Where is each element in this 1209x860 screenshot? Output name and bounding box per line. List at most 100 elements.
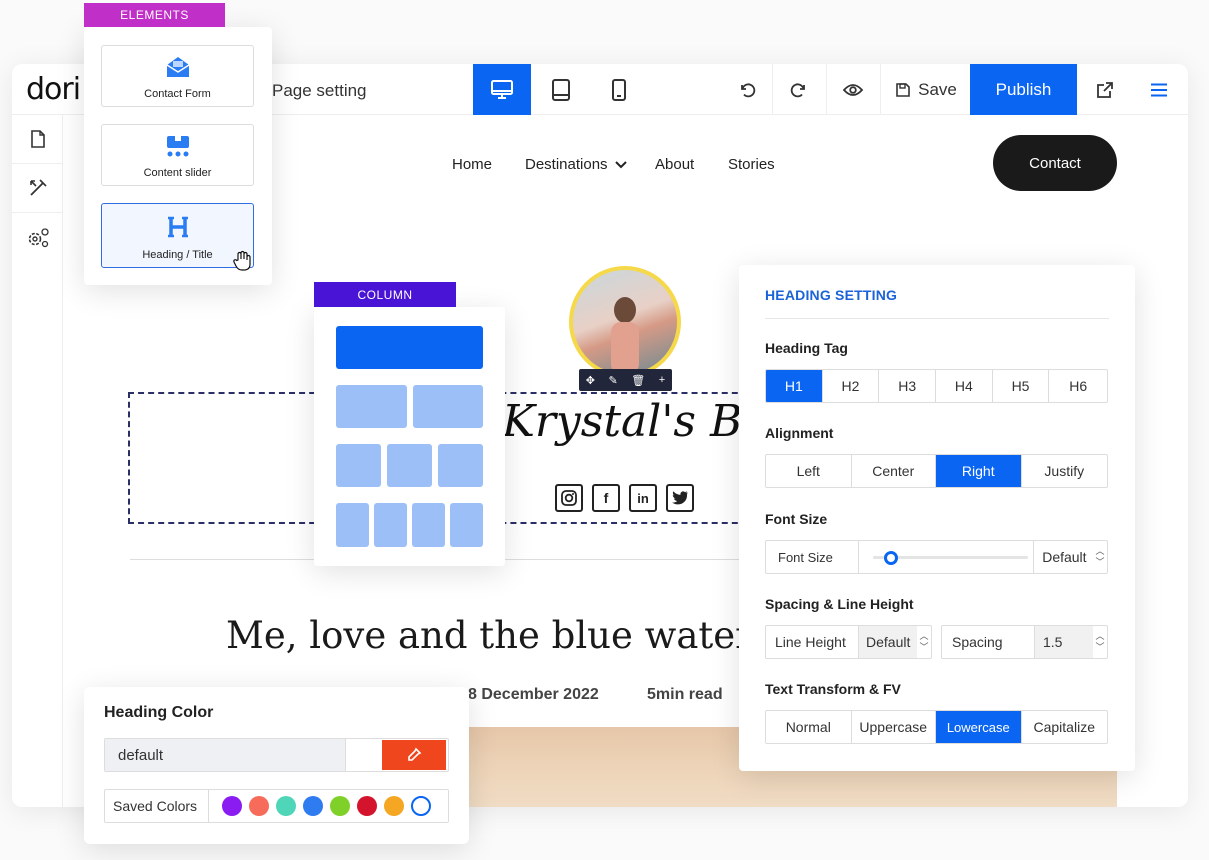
column-layout-2b[interactable] [413, 385, 483, 428]
chevron-down-icon [615, 161, 627, 169]
desktop-icon [491, 79, 513, 99]
tag-h5[interactable]: H5 [993, 370, 1050, 402]
column-layout-4c[interactable] [412, 503, 445, 547]
column-layout-2a[interactable] [336, 385, 407, 428]
transform-capitalize[interactable]: Capitalize [1022, 711, 1108, 743]
move-icon[interactable]: ✥ [586, 374, 595, 387]
line-height-value[interactable]: Default [859, 626, 917, 658]
post-heading[interactable]: Me, love and the blue water [226, 614, 756, 657]
eye-icon [843, 83, 863, 96]
sidebar-item-pages[interactable] [12, 115, 63, 164]
edit-icon[interactable]: ✎ [609, 374, 618, 387]
tag-h1[interactable]: H1 [766, 370, 823, 402]
align-left[interactable]: Left [766, 455, 852, 487]
element-contact-form[interactable]: Contact Form [101, 45, 254, 107]
sidebar-item-design[interactable] [12, 164, 63, 213]
heading-setting-title: HEADING SETTING [765, 287, 898, 303]
linkedin-icon[interactable]: in [629, 484, 657, 512]
column-layout-4b[interactable] [374, 503, 407, 547]
element-toolbar: ✥ ✎ 🗑 + [579, 369, 672, 391]
color-value[interactable]: default [105, 739, 345, 771]
eyedropper-button[interactable] [382, 740, 446, 770]
post-read-time: 5min read [647, 686, 723, 703]
desktop-view-button[interactable] [473, 64, 531, 115]
column-layout-3b[interactable] [387, 444, 432, 487]
element-content-slider[interactable]: Content slider [101, 124, 254, 186]
transform-normal[interactable]: Normal [766, 711, 852, 743]
design-tools-icon [29, 179, 47, 196]
color-swatch[interactable] [384, 796, 404, 816]
toolbar-divider [826, 64, 827, 115]
nav-home[interactable]: Home [452, 156, 492, 173]
publish-button[interactable]: Publish [970, 64, 1077, 115]
color-swatch[interactable] [303, 796, 323, 816]
font-size-control: Font Size Default ︿ ﹀ [765, 540, 1108, 574]
undo-button[interactable] [724, 64, 770, 115]
tag-h6[interactable]: H6 [1049, 370, 1107, 402]
nav-stories[interactable]: Stories [728, 156, 775, 173]
mobile-icon [612, 78, 626, 101]
trash-icon[interactable]: 🗑 [631, 374, 645, 387]
tag-h2[interactable]: H2 [823, 370, 880, 402]
column-layout-4d[interactable] [450, 503, 483, 547]
preview-button[interactable] [830, 64, 876, 115]
redo-button[interactable] [776, 64, 822, 115]
tag-h3[interactable]: H3 [879, 370, 937, 402]
external-link-icon [1097, 81, 1113, 98]
line-height-control: Line Height Default ︿ ﹀ [765, 625, 932, 659]
alignment-selector: Left Center Right Justify [765, 454, 1108, 488]
menu-button[interactable] [1136, 64, 1182, 115]
sidebar-item-settings[interactable] [12, 213, 63, 262]
heading-tag-selector: H1 H2 H3 H4 H5 H6 [765, 369, 1108, 403]
mobile-view-button[interactable] [590, 64, 648, 115]
color-swatch[interactable] [222, 796, 242, 816]
plus-icon[interactable]: + [659, 374, 665, 386]
font-size-stepper[interactable]: ︿ ﹀ [1093, 546, 1107, 568]
color-swatch[interactable] [357, 796, 377, 816]
column-layout-4a[interactable] [336, 503, 369, 547]
contact-button[interactable]: Contact [993, 135, 1117, 191]
column-layout-3c[interactable] [438, 444, 483, 487]
transform-lowercase[interactable]: Lowercase [936, 711, 1022, 743]
heading-color-panel: Heading Color default Saved Colors [84, 687, 469, 844]
line-height-stepper[interactable]: ︿ ﹀ [917, 631, 931, 653]
alignment-label: Alignment [765, 425, 834, 441]
nav-destinations[interactable]: Destinations [525, 156, 627, 173]
color-swatch[interactable] [276, 796, 296, 816]
element-label: Content slider [143, 167, 212, 179]
spacing-stepper[interactable]: ︿ ﹀ [1093, 631, 1107, 653]
save-button[interactable]: Save [882, 64, 970, 115]
saved-color-swatches [209, 796, 438, 816]
color-swatch[interactable] [330, 796, 350, 816]
tag-h4[interactable]: H4 [936, 370, 993, 402]
instagram-icon[interactable] [555, 484, 583, 512]
column-panel [314, 307, 505, 566]
column-layout-1[interactable] [336, 326, 483, 369]
align-center[interactable]: Center [852, 455, 936, 487]
spacing-value[interactable]: 1.5 [1035, 626, 1093, 658]
tablet-view-button[interactable] [532, 64, 590, 115]
facebook-icon[interactable]: f [592, 484, 620, 512]
font-size-value[interactable]: Default [1033, 541, 1093, 573]
color-swatch[interactable] [249, 796, 269, 816]
transform-selector: Normal Uppercase Lowercase Capitalize [765, 710, 1108, 744]
column-layout-3a[interactable] [336, 444, 381, 487]
twitter-icon[interactable] [666, 484, 694, 512]
spacing-label: Spacing & Line Height [765, 596, 914, 612]
color-swatch[interactable] [411, 796, 431, 816]
left-sidebar [12, 115, 63, 807]
open-external-button[interactable] [1082, 64, 1128, 115]
tablet-icon [552, 78, 570, 101]
hamburger-icon [1151, 83, 1167, 96]
page-setting-link[interactable]: Page setting [272, 81, 367, 101]
transform-uppercase[interactable]: Uppercase [852, 711, 936, 743]
font-size-slider[interactable] [859, 541, 1033, 573]
slider-thumb[interactable] [884, 551, 899, 565]
nav-about[interactable]: About [655, 156, 694, 173]
element-label: Contact Form [144, 88, 211, 100]
align-right[interactable]: Right [936, 455, 1022, 487]
saved-colors-row: Saved Colors [104, 789, 449, 823]
align-justify[interactable]: Justify [1022, 455, 1108, 487]
blog-title[interactable]: Krystal's Blog [502, 396, 768, 447]
heading-icon [167, 216, 188, 238]
